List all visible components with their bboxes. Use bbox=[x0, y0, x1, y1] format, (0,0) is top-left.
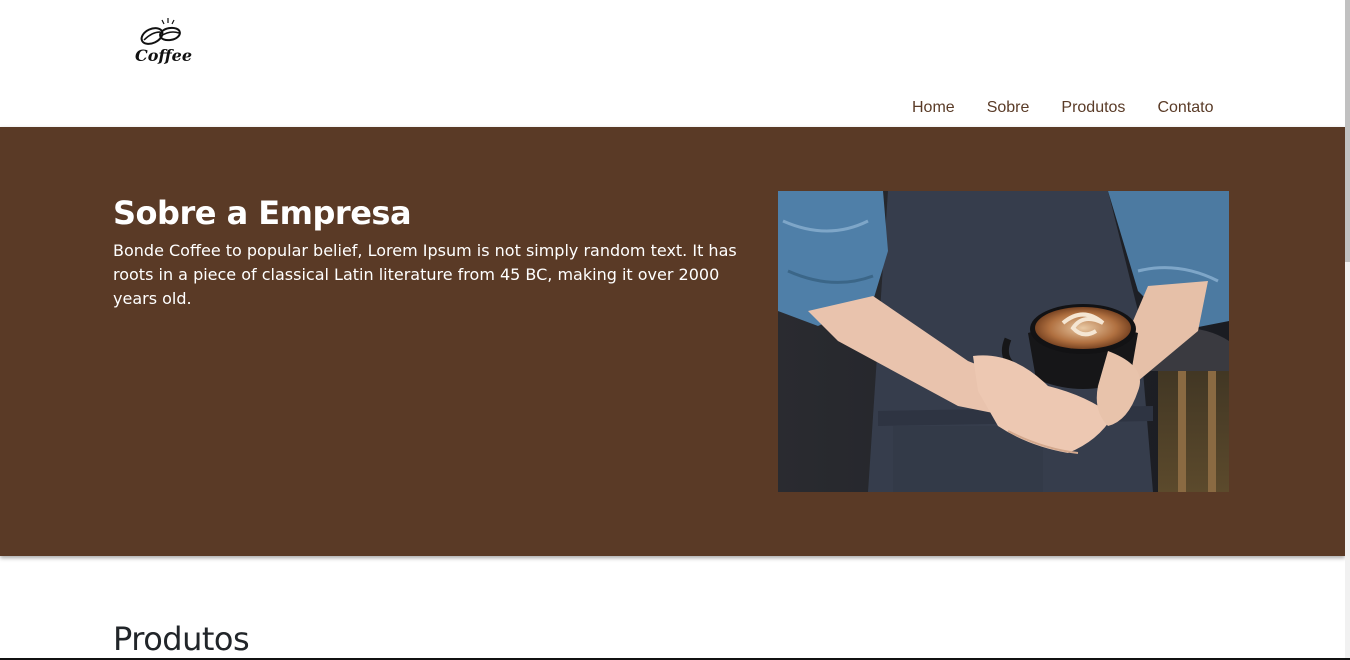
page-scrollbar[interactable] bbox=[1345, 0, 1350, 660]
about-title: Sobre a Empresa bbox=[113, 194, 412, 232]
nav-sobre[interactable]: Sobre bbox=[971, 97, 1046, 119]
page: Coffee Home Sobre Produtos Contato Sobre… bbox=[0, 0, 1345, 660]
nav-produtos[interactable]: Produtos bbox=[1045, 97, 1141, 119]
coffee-beans-icon bbox=[140, 18, 181, 45]
nav-contato[interactable]: Contato bbox=[1141, 97, 1229, 119]
logo-text: Coffee bbox=[135, 46, 192, 65]
nav-home[interactable]: Home bbox=[896, 97, 971, 119]
produtos-title: Produtos bbox=[113, 620, 250, 658]
scrollbar-thumb[interactable] bbox=[1345, 0, 1350, 262]
logo[interactable]: Coffee bbox=[128, 14, 192, 70]
main-nav: Home Sobre Produtos Contato bbox=[896, 97, 1229, 119]
about-section: Sobre a Empresa Bonde Coffee to popular … bbox=[0, 127, 1345, 556]
about-text: Bonde Coffee to popular belief, Lorem Ip… bbox=[113, 241, 737, 308]
site-header: Coffee Home Sobre Produtos Contato bbox=[0, 0, 1345, 127]
barista-holding-latte-photo bbox=[778, 191, 1229, 492]
